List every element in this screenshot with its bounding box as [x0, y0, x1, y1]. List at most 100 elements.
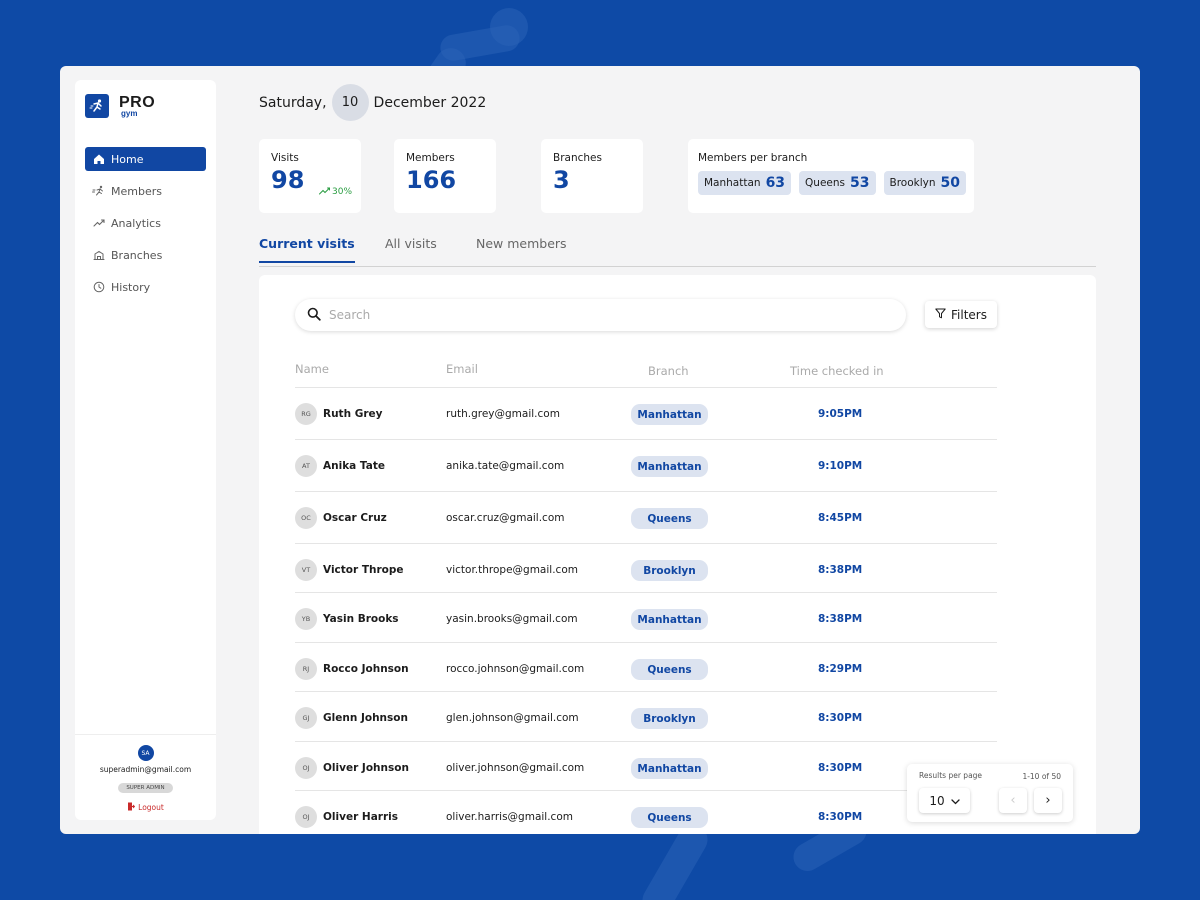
table-row[interactable]: OJ Oliver Johnson oliver.johnson@gmail.com… — [295, 741, 997, 791]
sidebar-item-label: Members — [111, 184, 162, 198]
avatar: OJ — [295, 757, 317, 779]
checkin-time: 8:38PM — [818, 564, 863, 576]
chevron-right-icon: › — [1045, 793, 1051, 808]
member-email: yasin.brooks@gmail.com — [446, 613, 578, 625]
stat-label: Branches — [553, 152, 602, 164]
member-email: glen.johnson@gmail.com — [446, 712, 579, 724]
table-row[interactable]: YB Yasin Brooks yasin.brooks@gmail.com Manh… — [295, 592, 997, 642]
visits-trend: 30% — [319, 186, 352, 198]
sidebar-item-label: History — [111, 280, 151, 294]
tab-bar: Current visits All visits New members — [259, 234, 1096, 267]
filters-button[interactable]: Filters — [925, 301, 997, 328]
checkin-time: 8:45PM — [818, 512, 863, 524]
avatar[interactable]: SA — [137, 745, 154, 761]
logout-icon — [127, 802, 136, 813]
sidebar-item-members[interactable]: Members — [85, 179, 206, 203]
stat-value: 3 — [553, 166, 570, 194]
member-email: oscar.cruz@gmail.com — [446, 512, 565, 524]
sidebar-item-label: Branches — [111, 248, 163, 262]
checkin-time: 8:30PM — [818, 811, 863, 823]
logo-sub: gym — [121, 108, 138, 118]
prev-page-button[interactable]: ‹ — [999, 788, 1027, 813]
date-day[interactable]: 10 — [331, 84, 369, 121]
branch-pill-name: Manhattan — [704, 177, 761, 189]
date-month-year: December 2022 — [373, 94, 487, 111]
branch-pill[interactable]: Brooklyn 50 — [883, 171, 966, 195]
column-header-name[interactable]: Name — [295, 362, 329, 376]
search-input[interactable] — [329, 308, 869, 322]
visits-table-panel: Filters Name Email Branch Time checked i… — [259, 275, 1096, 834]
branch-badge: Manhattan — [631, 456, 708, 477]
stat-label: Members — [406, 152, 455, 164]
next-page-button[interactable]: › — [1034, 788, 1062, 813]
sidebar-item-branches[interactable]: Branches — [85, 243, 206, 267]
member-name: Glenn Johnson — [323, 712, 408, 724]
search-bar — [295, 299, 906, 331]
stat-value: 166 — [406, 166, 457, 194]
checkin-time: 8:30PM — [818, 712, 863, 724]
sidebar-item-history[interactable]: History — [85, 275, 206, 299]
checkin-time: 8:30PM — [818, 762, 863, 774]
members-card: Members 166 — [394, 139, 496, 213]
avatar: RG — [295, 403, 317, 425]
filters-label: Filters — [951, 307, 987, 322]
runner-icon — [92, 185, 105, 198]
clock-icon — [92, 281, 105, 294]
date-weekday: Saturday, — [259, 94, 327, 111]
sidebar-item-home[interactable]: Home — [85, 147, 206, 171]
filter-icon — [935, 308, 946, 322]
branch-pill-name: Queens — [805, 177, 846, 189]
branch-badge: Brooklyn — [631, 708, 708, 729]
sidebar-item-label: Analytics — [111, 216, 161, 230]
column-header-time[interactable]: Time checked in — [790, 364, 884, 378]
member-email: oliver.harris@gmail.com — [446, 811, 573, 823]
branch-badge: Manhattan — [631, 404, 708, 425]
avatar: VT — [295, 559, 317, 581]
tab-all-visits[interactable]: All visits — [385, 236, 437, 261]
member-name: Anika Tate — [323, 460, 385, 472]
member-name: Yasin Brooks — [323, 613, 399, 625]
per-page-select[interactable]: 10 — [919, 788, 970, 813]
avatar: YB — [295, 608, 317, 630]
branch-pill[interactable]: Queens 53 — [799, 171, 876, 195]
avatar: AT — [295, 455, 317, 477]
member-name: Rocco Johnson — [323, 663, 409, 675]
building-icon — [92, 249, 105, 262]
branch-badge: Manhattan — [631, 758, 708, 779]
column-header-email[interactable]: Email — [446, 362, 478, 376]
sidebar-item-label: Home — [111, 152, 144, 166]
chevron-down-icon — [950, 794, 960, 808]
member-email: rocco.johnson@gmail.com — [446, 663, 585, 675]
column-header-branch[interactable]: Branch — [648, 364, 689, 378]
visits-card: Visits 98 30% — [259, 139, 361, 213]
results-range: 1-10 of 50 — [1022, 772, 1061, 781]
sidebar-item-analytics[interactable]: Analytics — [85, 211, 206, 235]
search-icon — [307, 306, 321, 325]
home-icon — [92, 153, 105, 166]
table-row[interactable]: VT Victor Thrope victor.thrope@gmail.com Br… — [295, 543, 997, 593]
branch-pill-count: 50 — [940, 175, 960, 191]
stat-label: Members per branch — [698, 152, 808, 164]
runner-logo-icon — [85, 94, 109, 118]
branch-badge: Queens — [631, 659, 708, 680]
checkin-time: 9:10PM — [818, 460, 863, 472]
table-row[interactable]: OC Oscar Cruz oscar.cruz@gmail.com Queens 8:… — [295, 491, 997, 541]
member-name: Oscar Cruz — [323, 512, 387, 524]
trend-value: 30% — [332, 187, 353, 197]
table-row[interactable]: AT Anika Tate anika.tate@gmail.com Manhatta… — [295, 439, 997, 489]
table-row[interactable]: RG Ruth Grey ruth.grey@gmail.com Manhattan 9… — [295, 387, 997, 437]
branch-pill-name: Brooklyn — [889, 177, 936, 189]
table-row[interactable]: RJ Rocco Johnson rocco.johnson@gmail.com Qu… — [295, 642, 997, 692]
branch-pill[interactable]: Manhattan 63 — [698, 171, 792, 195]
branch-badge: Queens — [631, 508, 708, 529]
avatar: OJ — [295, 806, 317, 828]
trend-up-icon — [319, 186, 331, 198]
logout-button[interactable]: Logout — [75, 802, 216, 813]
table-row[interactable]: OJ Oliver Harris oliver.harris@gmail.com Qu… — [295, 790, 997, 834]
role-badge: SUPER ADMIN — [118, 783, 173, 793]
logo[interactable]: PRO gym — [85, 94, 155, 118]
tab-new-members[interactable]: New members — [476, 236, 567, 261]
tab-current-visits[interactable]: Current visits — [259, 236, 355, 263]
logout-label: Logout — [138, 803, 164, 812]
table-row[interactable]: GJ Glenn Johnson glen.johnson@gmail.com Bro… — [295, 691, 997, 741]
